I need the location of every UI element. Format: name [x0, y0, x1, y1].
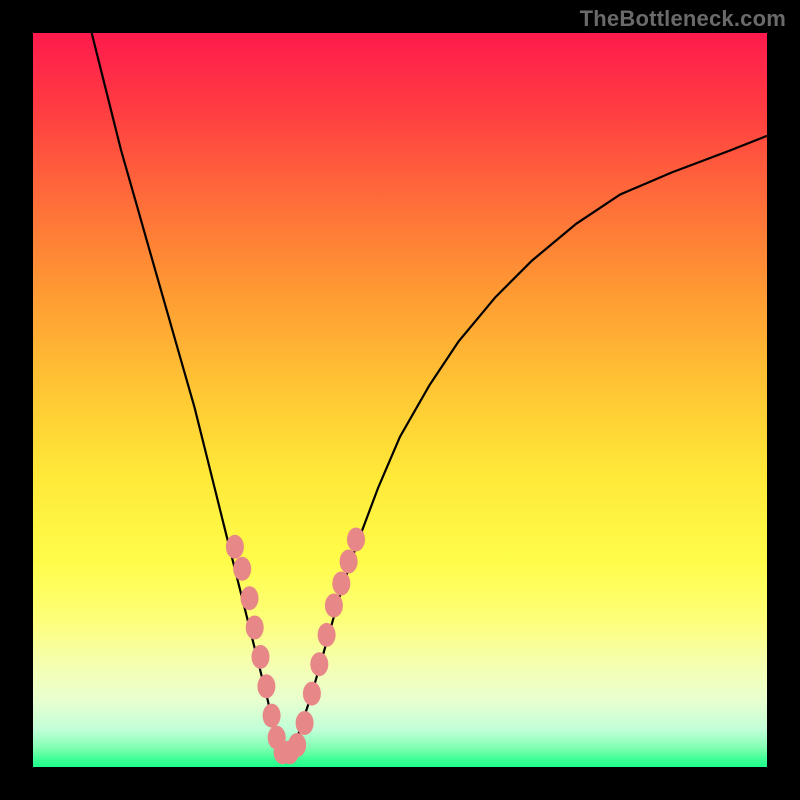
marker-dot: [303, 682, 321, 706]
plot-area: [33, 33, 767, 767]
marker-dot: [233, 557, 251, 581]
marker-dot: [226, 535, 244, 559]
marker-dot: [325, 594, 343, 618]
marker-dot: [241, 586, 259, 610]
marker-dot: [257, 674, 275, 698]
marker-dot: [340, 550, 358, 574]
marker-dot: [263, 704, 281, 728]
marker-dot: [288, 733, 306, 757]
right-curve-path: [283, 136, 767, 753]
watermark-text: TheBottleneck.com: [580, 6, 786, 32]
marker-group: [226, 528, 365, 765]
left-curve-path: [92, 33, 283, 752]
plot-svg: [33, 33, 767, 767]
marker-dot: [310, 652, 328, 676]
curve-group: [92, 33, 767, 752]
marker-dot: [296, 711, 314, 735]
marker-dot: [246, 616, 264, 640]
marker-dot: [347, 528, 365, 552]
marker-dot: [318, 623, 336, 647]
marker-dot: [332, 572, 350, 596]
marker-dot: [252, 645, 270, 669]
